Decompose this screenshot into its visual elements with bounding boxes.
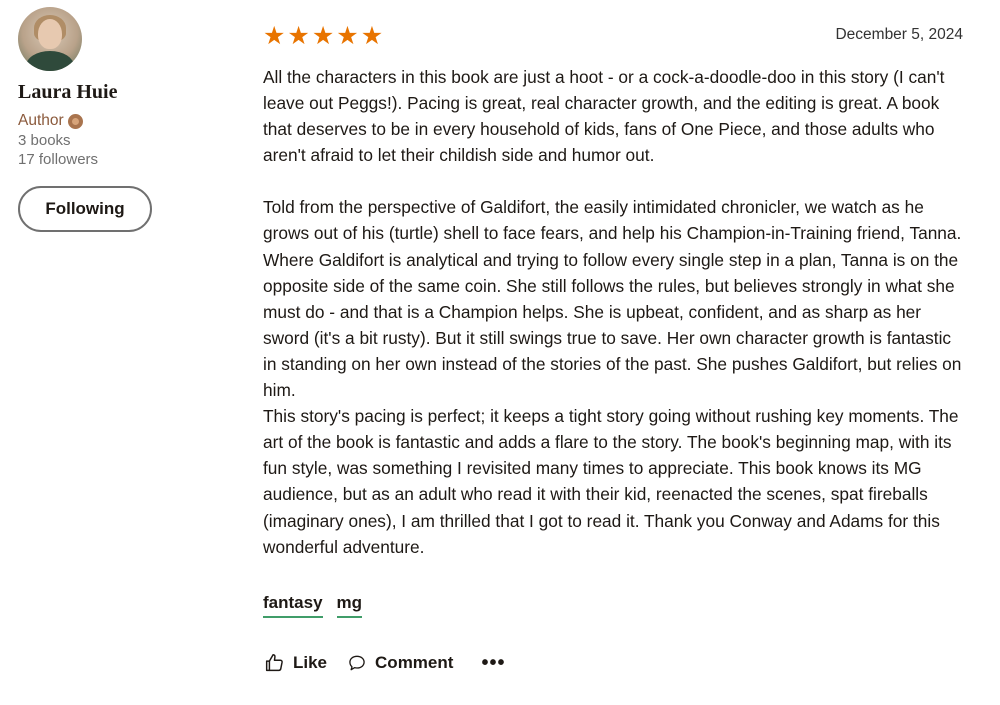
- reviewer-name[interactable]: Laura Huie: [18, 81, 218, 104]
- tag-mg[interactable]: mg: [336, 593, 363, 618]
- following-button[interactable]: Following: [18, 186, 152, 232]
- star-icon: ★: [287, 20, 310, 50]
- star-icon: ★: [336, 20, 359, 50]
- review-paragraph: This story's pacing is perfect; it keeps…: [263, 406, 959, 557]
- review-date[interactable]: December 5, 2024: [835, 26, 963, 44]
- books-count: 3 books: [18, 132, 71, 149]
- author-badge-icon: [67, 113, 83, 129]
- more-horizontal-icon[interactable]: •••: [481, 652, 505, 675]
- avatar[interactable]: [18, 7, 82, 71]
- star-icon: ★: [263, 20, 286, 50]
- comment-button[interactable]: Comment: [347, 653, 453, 673]
- review-paragraph: All the characters in this book are just…: [263, 67, 945, 166]
- star-rating: ★ ★ ★ ★ ★: [263, 23, 383, 48]
- author-role: Author: [18, 112, 218, 130]
- star-icon: ★: [360, 20, 384, 50]
- comment-label: Comment: [375, 653, 454, 673]
- review-actions: Like Comment •••: [263, 652, 963, 675]
- reviewer-panel: Laura Huie Author 3 books 17 followers F…: [18, 7, 218, 232]
- like-button[interactable]: Like: [263, 652, 327, 674]
- shelf-tags: fantasy mg: [263, 593, 963, 618]
- review-header: ★ ★ ★ ★ ★ December 5, 2024: [263, 20, 963, 50]
- speech-bubble-icon: [347, 653, 367, 673]
- review-card: ★ ★ ★ ★ ★ December 5, 2024 All the chara…: [263, 20, 963, 675]
- star-icon: ★: [311, 20, 335, 50]
- thumbs-up-icon: [263, 652, 285, 674]
- review-paragraph: Told from the perspective of Galdifort, …: [263, 197, 962, 401]
- like-label: Like: [293, 653, 328, 673]
- author-role-label: Author: [18, 112, 64, 129]
- followers-count: 17 followers: [18, 151, 99, 168]
- tag-fantasy[interactable]: fantasy: [263, 593, 323, 618]
- review-text: All the characters in this book are just…: [263, 64, 963, 560]
